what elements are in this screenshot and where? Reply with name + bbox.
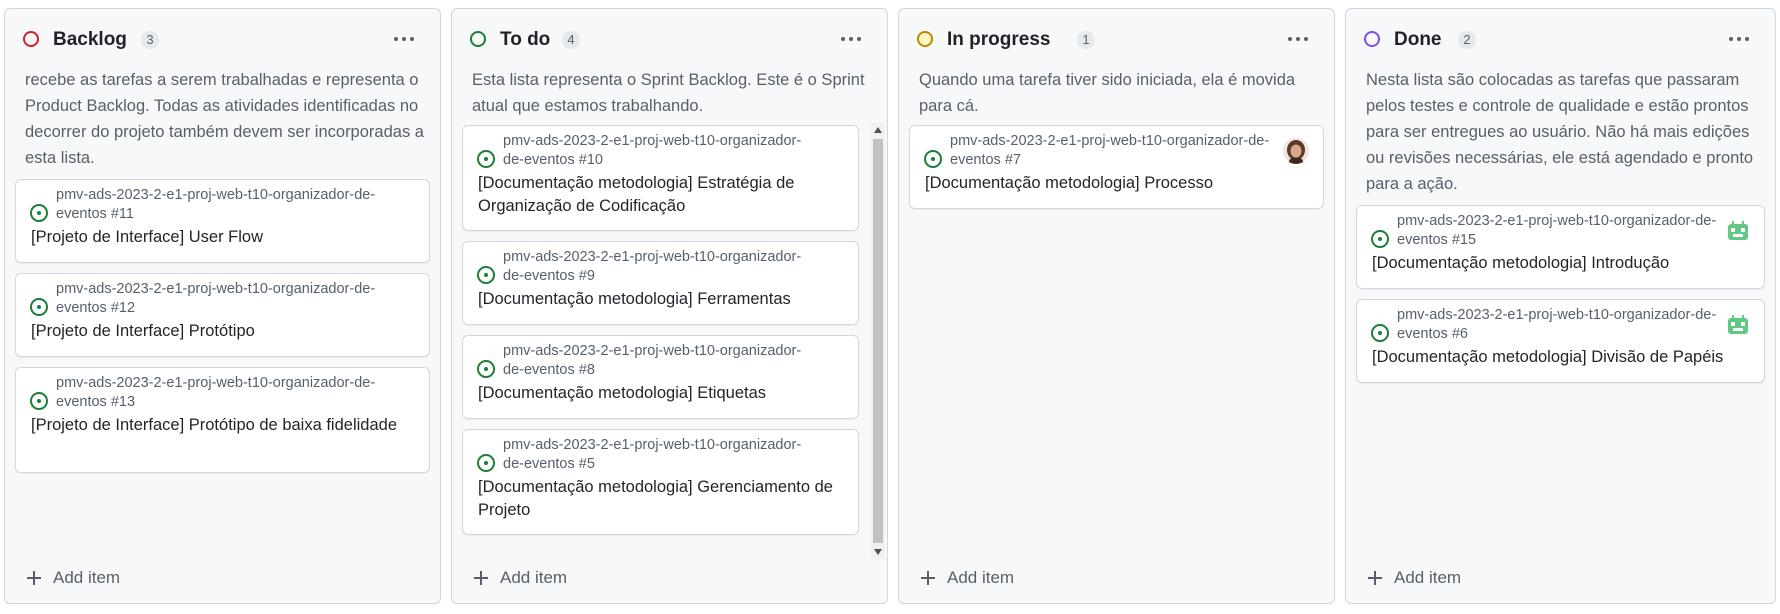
column-description: Quando uma tarefa tiver sido iniciada, e… bbox=[919, 71, 1296, 115]
card-title[interactable]: [Projeto de Interface] User Flow bbox=[31, 226, 413, 249]
column-header: To do 4 bbox=[470, 27, 869, 53]
bot-avatar-icon[interactable] bbox=[1726, 220, 1750, 244]
add-item-button[interactable]: Add item bbox=[27, 561, 120, 595]
card-title[interactable]: [Documentação metodologia] Ferramentas bbox=[478, 288, 842, 311]
more-options-button[interactable] bbox=[390, 27, 418, 51]
card-title[interactable]: [Documentação metodologia] Etiquetas bbox=[478, 382, 842, 405]
issue-card[interactable]: pmv-ads-2023-2-e1-proj-web-t10-organizad… bbox=[1356, 299, 1765, 383]
status-circle-icon bbox=[23, 31, 39, 47]
card-repo[interactable]: pmv-ads-2023-2-e1-proj-web-t10-organizad… bbox=[1397, 306, 1724, 344]
card-title[interactable]: [Documentação metodologia] Divisão de Pa… bbox=[1372, 346, 1748, 369]
status-circle-icon bbox=[1364, 31, 1380, 47]
column-header: Done 2 bbox=[1364, 27, 1757, 53]
scroll-down-arrow-icon[interactable] bbox=[874, 549, 882, 555]
count-badge: 4 bbox=[562, 31, 580, 49]
column-title: To do bbox=[500, 29, 551, 50]
status-circle-icon bbox=[917, 31, 933, 47]
status-circle-icon bbox=[470, 31, 486, 47]
add-item-button[interactable]: Add item bbox=[921, 561, 1014, 595]
issue-opened-icon bbox=[30, 204, 48, 222]
issue-card[interactable]: pmv-ads-2023-2-e1-proj-web-t10-organizad… bbox=[15, 367, 430, 473]
card-title[interactable]: [Projeto de Interface] Protótipo bbox=[31, 320, 413, 343]
add-item-button[interactable]: Add item bbox=[474, 561, 567, 595]
column-backlog: Backlog 3 recebe as tarefas a serem trab… bbox=[4, 8, 441, 604]
count-badge: 3 bbox=[141, 31, 159, 49]
issue-opened-icon bbox=[477, 360, 495, 378]
issue-opened-icon bbox=[30, 392, 48, 410]
count-badge: 2 bbox=[1458, 31, 1476, 49]
add-item-label: Add item bbox=[1394, 568, 1462, 587]
card-repo[interactable]: pmv-ads-2023-2-e1-proj-web-t10-organizad… bbox=[56, 186, 389, 224]
card-repo[interactable]: pmv-ads-2023-2-e1-proj-web-t10-organizad… bbox=[950, 132, 1283, 170]
card-title[interactable]: [Documentação metodologia] Gerenciamento… bbox=[478, 476, 842, 522]
add-item-button[interactable]: Add item bbox=[1368, 561, 1461, 595]
plus-icon bbox=[921, 571, 935, 585]
card-title[interactable]: [Projeto de Interface] Protótipo de baix… bbox=[31, 414, 413, 437]
column-title: Backlog bbox=[53, 29, 127, 50]
issue-card[interactable]: pmv-ads-2023-2-e1-proj-web-t10-organizad… bbox=[909, 125, 1324, 209]
issue-opened-icon bbox=[1371, 324, 1389, 342]
bot-avatar-icon[interactable] bbox=[1726, 314, 1750, 338]
add-item-label: Add item bbox=[947, 568, 1015, 587]
add-item-label: Add item bbox=[500, 568, 568, 587]
scroll-up-arrow-icon[interactable] bbox=[874, 127, 882, 133]
project-board: Backlog 3 recebe as tarefas a serem trab… bbox=[0, 0, 1780, 614]
assignee-avatar[interactable] bbox=[1283, 138, 1309, 164]
column-todo: To do 4 Esta lista representa o Sprint B… bbox=[451, 8, 888, 604]
issue-opened-icon bbox=[30, 298, 48, 316]
scrollbar[interactable] bbox=[871, 123, 885, 559]
issue-card[interactable]: pmv-ads-2023-2-e1-proj-web-t10-organizad… bbox=[1356, 205, 1765, 289]
column-description: recebe as tarefas a serem trabalhadas e … bbox=[25, 71, 424, 167]
issue-card[interactable]: pmv-ads-2023-2-e1-proj-web-t10-organizad… bbox=[462, 241, 859, 325]
column-description: Esta lista representa o Sprint Backlog. … bbox=[472, 71, 865, 115]
plus-icon bbox=[27, 571, 41, 585]
more-options-button[interactable] bbox=[837, 27, 865, 51]
issue-opened-icon bbox=[924, 150, 942, 168]
card-repo[interactable]: pmv-ads-2023-2-e1-proj-web-t10-organizad… bbox=[1397, 212, 1724, 250]
card-repo[interactable]: pmv-ads-2023-2-e1-proj-web-t10-organizad… bbox=[503, 248, 818, 286]
more-options-button[interactable] bbox=[1284, 27, 1312, 51]
card-repo[interactable]: pmv-ads-2023-2-e1-proj-web-t10-organizad… bbox=[56, 280, 389, 318]
card-repo[interactable]: pmv-ads-2023-2-e1-proj-web-t10-organizad… bbox=[503, 342, 818, 380]
column-description: Nesta lista são colocadas as tarefas que… bbox=[1366, 71, 1754, 193]
issue-opened-icon bbox=[477, 266, 495, 284]
scrollbar-thumb[interactable] bbox=[873, 139, 883, 543]
column-in-progress: In progress 1 Quando uma tarefa tiver si… bbox=[898, 8, 1335, 604]
add-item-label: Add item bbox=[53, 568, 121, 587]
issue-card[interactable]: pmv-ads-2023-2-e1-proj-web-t10-organizad… bbox=[15, 179, 430, 263]
issue-card[interactable]: pmv-ads-2023-2-e1-proj-web-t10-organizad… bbox=[462, 335, 859, 419]
column-header: In progress 1 bbox=[917, 27, 1316, 53]
issue-opened-icon bbox=[1371, 230, 1389, 248]
card-repo[interactable]: pmv-ads-2023-2-e1-proj-web-t10-organizad… bbox=[503, 436, 818, 474]
card-repo[interactable]: pmv-ads-2023-2-e1-proj-web-t10-organizad… bbox=[503, 132, 818, 170]
more-options-button[interactable] bbox=[1725, 27, 1753, 51]
card-title[interactable]: [Documentação metodologia] Introdução bbox=[1372, 252, 1748, 275]
card-repo[interactable]: pmv-ads-2023-2-e1-proj-web-t10-organizad… bbox=[56, 374, 389, 412]
card-title[interactable]: [Documentação metodologia] Processo bbox=[925, 172, 1307, 195]
issue-card[interactable]: pmv-ads-2023-2-e1-proj-web-t10-organizad… bbox=[15, 273, 430, 357]
issue-opened-icon bbox=[477, 454, 495, 472]
count-badge: 1 bbox=[1077, 31, 1095, 49]
card-title[interactable]: [Documentação metodologia] Estratégia de… bbox=[478, 172, 842, 218]
column-title: In progress bbox=[947, 29, 1051, 50]
plus-icon bbox=[474, 571, 488, 585]
issue-card[interactable]: pmv-ads-2023-2-e1-proj-web-t10-organizad… bbox=[462, 125, 859, 231]
plus-icon bbox=[1368, 571, 1382, 585]
issue-opened-icon bbox=[477, 150, 495, 168]
column-title: Done bbox=[1394, 29, 1442, 50]
column-header: Backlog 3 bbox=[23, 27, 422, 53]
issue-card[interactable]: pmv-ads-2023-2-e1-proj-web-t10-organizad… bbox=[462, 429, 859, 535]
column-done: Done 2 Nesta lista são colocadas as tare… bbox=[1345, 8, 1776, 604]
